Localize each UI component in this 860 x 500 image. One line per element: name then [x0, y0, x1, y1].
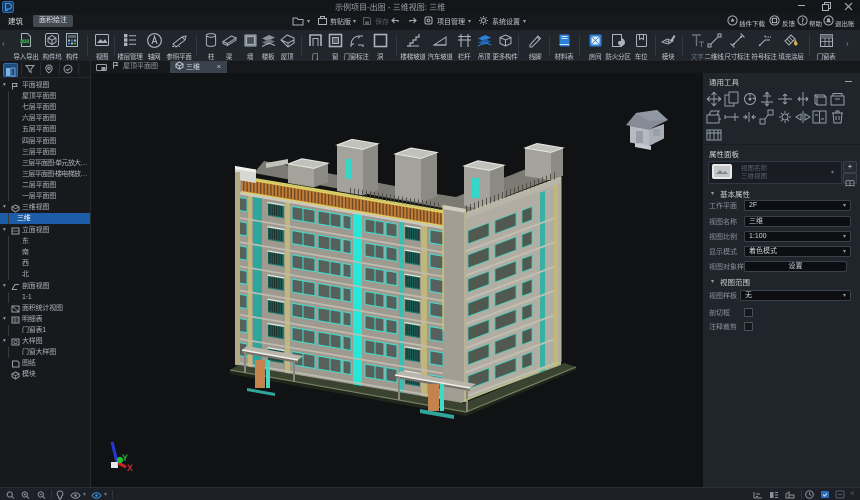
svg-text:CAD: CAD [21, 39, 29, 43]
svg-text:X: X [127, 463, 133, 473]
svg-text:Y: Y [122, 453, 128, 463]
